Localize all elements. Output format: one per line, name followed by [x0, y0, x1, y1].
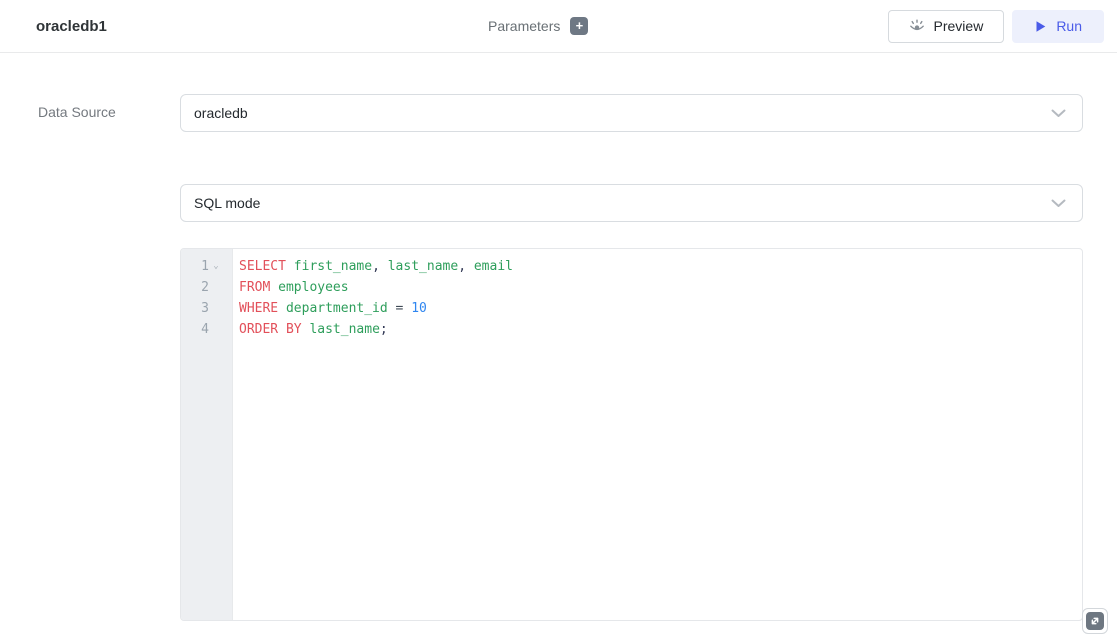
preview-button-label: Preview [934, 18, 984, 34]
eye-icon [909, 19, 925, 34]
expand-icon [1086, 612, 1104, 630]
line-number[interactable]: 4 [181, 319, 232, 340]
line-number[interactable]: 3 [181, 298, 232, 319]
query-mode-select[interactable]: SQL mode [180, 184, 1083, 222]
chevron-down-icon [1051, 199, 1066, 208]
code-line[interactable]: ORDER BY last_name; [239, 319, 1082, 340]
run-button-label: Run [1056, 18, 1082, 34]
play-icon [1034, 20, 1047, 33]
data-source-select[interactable]: oracledb [180, 94, 1083, 132]
chevron-down-icon [210, 319, 222, 340]
line-number[interactable]: 2 [181, 277, 232, 298]
code-line[interactable]: FROM employees [239, 277, 1082, 298]
parameters-section: Parameters + [488, 0, 588, 52]
sql-code-editor[interactable]: 1⌄234 SELECT first_name, last_name, emai… [180, 248, 1083, 621]
query-mode-value: SQL mode [194, 195, 1051, 211]
editor-fullscreen-button[interactable] [1082, 608, 1108, 634]
data-source-label: Data Source [38, 104, 116, 120]
chevron-down-icon[interactable]: ⌄ [210, 256, 222, 277]
query-title: oracledb1 [36, 18, 107, 35]
query-header: oracledb1 Parameters + Preview Run [0, 0, 1117, 53]
query-editor-page: Data Source oracledb SQL mode 1⌄234 SELE… [0, 53, 1117, 643]
plus-icon: + [576, 18, 584, 34]
add-parameter-button[interactable]: + [570, 17, 588, 35]
chevron-down-icon [210, 298, 222, 319]
data-source-value: oracledb [194, 105, 1051, 121]
code-line[interactable]: SELECT first_name, last_name, email [239, 256, 1082, 277]
header-actions: Preview Run [888, 10, 1104, 43]
chevron-down-icon [210, 277, 222, 298]
run-button[interactable]: Run [1012, 10, 1104, 43]
parameters-label: Parameters [488, 18, 560, 34]
chevron-down-icon [1051, 109, 1066, 118]
code-line[interactable]: WHERE department_id = 10 [239, 298, 1082, 319]
preview-button[interactable]: Preview [888, 10, 1005, 43]
line-number-gutter: 1⌄234 [181, 249, 233, 620]
line-number[interactable]: 1⌄ [181, 256, 232, 277]
code-area[interactable]: SELECT first_name, last_name, emailFROM … [233, 249, 1082, 620]
